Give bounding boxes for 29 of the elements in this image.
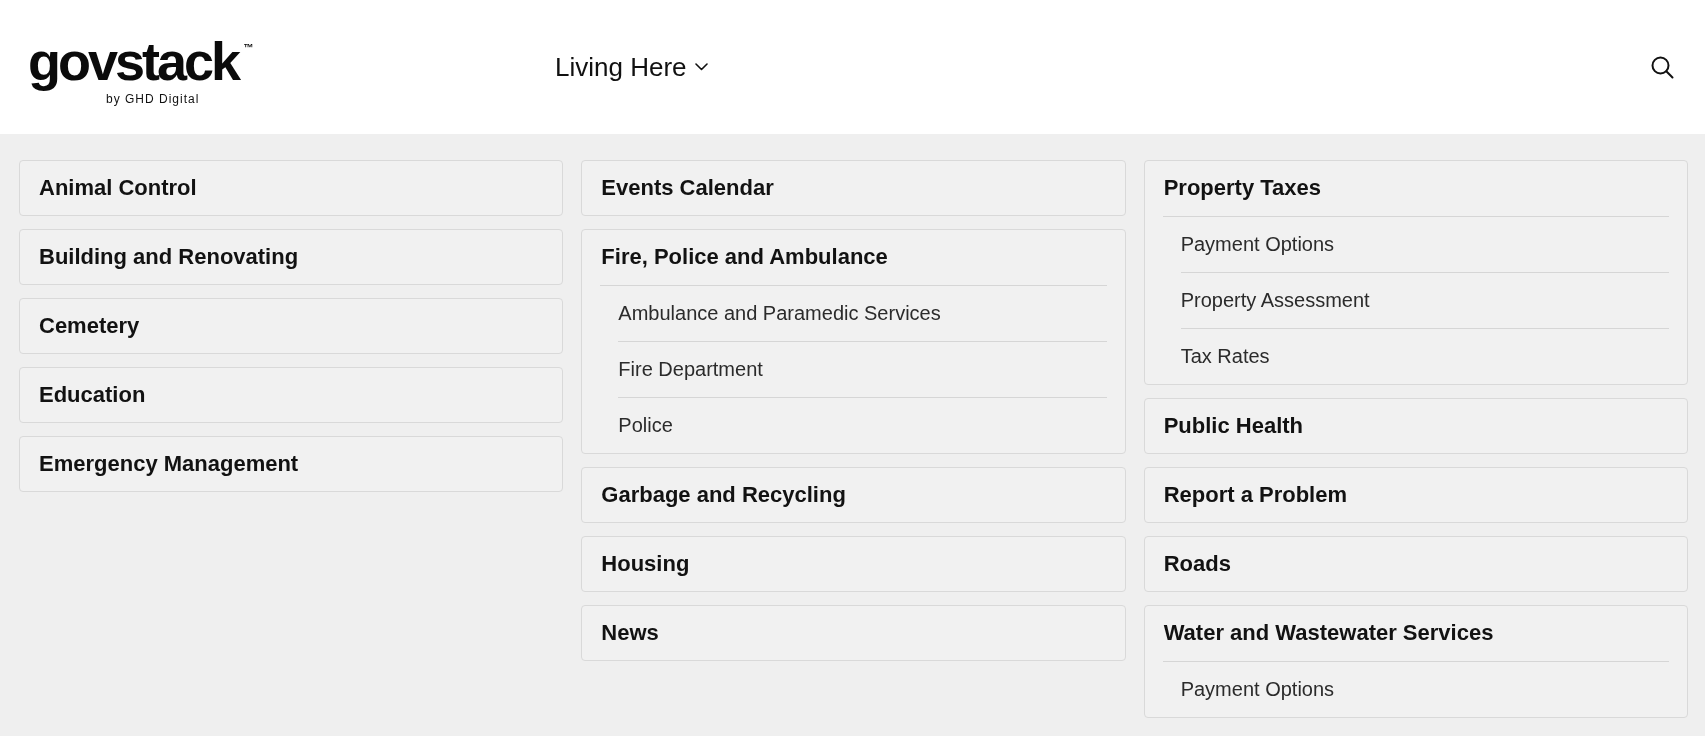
menu-link[interactable]: News (582, 606, 1125, 660)
menu-link[interactable]: Roads (1144, 537, 1687, 591)
menu-link[interactable]: Report a Problem (1144, 468, 1687, 522)
chevron-down-icon (694, 63, 708, 71)
menu-link[interactable]: Housing (582, 537, 1125, 591)
menu-link[interactable]: Public Health (1144, 399, 1687, 453)
logo-wordmark[interactable]: govstack (28, 28, 242, 93)
logo-tagline: by GHD Digital (106, 92, 200, 106)
submenu-link[interactable]: Police (618, 397, 1107, 453)
menu-link[interactable]: Cemetery (20, 299, 563, 353)
menu-link[interactable]: Events Calendar (582, 161, 1125, 215)
menu-link[interactable]: Property Taxes (1144, 161, 1687, 215)
submenu-link[interactable]: Tax Rates (1180, 328, 1669, 384)
search-icon (1650, 55, 1674, 79)
menu-link[interactable]: Water and Wastewater Services (1144, 606, 1687, 660)
nav-menu-button[interactable]: Living Here (555, 51, 708, 83)
menu-link[interactable]: Building and Renovating (20, 230, 563, 284)
menu-link[interactable]: Emergency Management (20, 437, 563, 491)
submenu-link[interactable]: Fire Department (618, 341, 1107, 397)
menu-link[interactable]: Animal Control (20, 161, 563, 215)
search-button[interactable] (1650, 55, 1674, 79)
menu-link[interactable]: Garbage and Recycling (582, 468, 1125, 522)
menu-link[interactable]: Fire, Police and Ambulance (582, 230, 1125, 284)
submenu-link[interactable]: Payment Options (1180, 662, 1669, 717)
submenu-link[interactable]: Payment Options (1180, 217, 1669, 272)
trademark-symbol: ™ (243, 42, 254, 53)
submenu-link[interactable]: Ambulance and Paramedic Services (618, 286, 1107, 341)
submenu-link[interactable]: Property Assessment (1180, 272, 1669, 328)
menu-link[interactable]: Education (20, 368, 563, 422)
